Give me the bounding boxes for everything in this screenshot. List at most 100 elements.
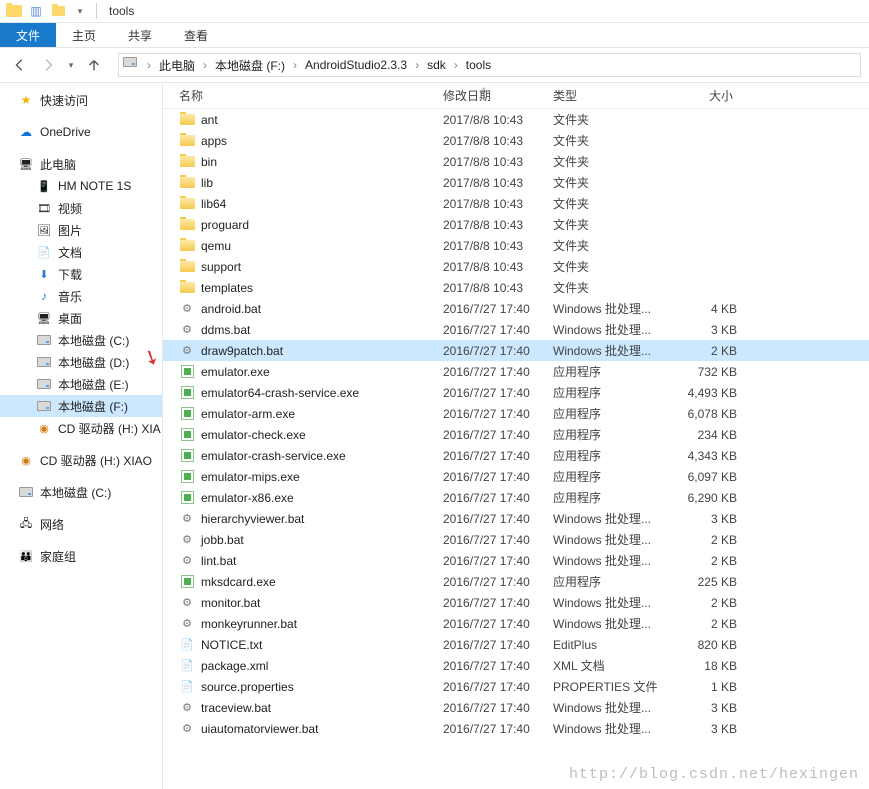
breadcrumb-item[interactable]: 此电脑 [155, 54, 199, 76]
nav-up-button[interactable] [82, 53, 106, 77]
chevron-right-icon[interactable]: › [289, 58, 301, 72]
file-date: 2016/7/27 17:40 [427, 302, 537, 316]
file-row[interactable]: emulator64-crash-service.exe2016/7/27 17… [163, 382, 869, 403]
file-row[interactable]: proguard2017/8/8 10:43文件夹 [163, 214, 869, 235]
nav-forward-button[interactable] [36, 53, 60, 77]
folder-icon [179, 280, 195, 296]
file-row[interactable]: emulator-check.exe2016/7/27 17:40应用程序234… [163, 424, 869, 445]
sidebar-item-drive-c2[interactable]: 本地磁盘 (C:) [0, 481, 162, 503]
breadcrumb[interactable]: › 此电脑 › 本地磁盘 (F:) › AndroidStudio2.3.3 ›… [118, 53, 861, 77]
sidebar-item-desktop[interactable]: 桌面 [0, 307, 162, 329]
file-row[interactable]: apps2017/8/8 10:43文件夹 [163, 130, 869, 151]
file-row[interactable]: uiautomatorviewer.bat2016/7/27 17:40Wind… [163, 718, 869, 739]
chevron-right-icon[interactable]: › [199, 58, 211, 72]
column-header-type[interactable]: 类型 [537, 87, 667, 104]
file-row[interactable]: mksdcard.exe2016/7/27 17:40应用程序225 KB [163, 571, 869, 592]
qat-dropdown-icon[interactable]: ▾ [70, 1, 90, 21]
file-row[interactable]: jobb.bat2016/7/27 17:40Windows 批处理...2 K… [163, 529, 869, 550]
sidebar-item-downloads[interactable]: 下载 [0, 263, 162, 285]
sidebar-item-cd-h2[interactable]: CD 驱动器 (H:) XIAO [0, 449, 162, 471]
nav-back-button[interactable] [8, 53, 32, 77]
drive-icon [36, 398, 52, 414]
gear-icon [179, 553, 195, 569]
gear-icon [179, 532, 195, 548]
folder-icon [179, 154, 195, 170]
file-row[interactable]: draw9patch.bat2016/7/27 17:40Windows 批处理… [163, 340, 869, 361]
breadcrumb-item[interactable]: tools [462, 54, 495, 76]
cloud-icon [18, 124, 34, 140]
column-header-name[interactable]: 名称 [163, 87, 427, 104]
file-date: 2016/7/27 17:40 [427, 617, 537, 631]
file-row[interactable]: emulator-x86.exe2016/7/27 17:40应用程序6,290… [163, 487, 869, 508]
main-area: 快速访问 OneDrive 此电脑 HM NOTE 1S 视频 图片 文档 下载… [0, 83, 869, 789]
sidebar-item-label: 家庭组 [40, 548, 76, 565]
file-row[interactable]: emulator.exe2016/7/27 17:40应用程序732 KB [163, 361, 869, 382]
sidebar-item-documents[interactable]: 文档 [0, 241, 162, 263]
file-row[interactable]: ant2017/8/8 10:43文件夹 [163, 109, 869, 130]
file-row[interactable]: lint.bat2016/7/27 17:40Windows 批处理...2 K… [163, 550, 869, 571]
sidebar-item-cd-h[interactable]: CD 驱动器 (H:) XIA [0, 417, 162, 439]
file-name: NOTICE.txt [201, 638, 262, 652]
tab-view[interactable]: 查看 [168, 23, 224, 47]
gear-icon [179, 301, 195, 317]
file-row[interactable]: bin2017/8/8 10:43文件夹 [163, 151, 869, 172]
sidebar-item-phone[interactable]: HM NOTE 1S [0, 175, 162, 197]
file-row[interactable]: templates2017/8/8 10:43文件夹 [163, 277, 869, 298]
file-row[interactable]: NOTICE.txt2016/7/27 17:40EditPlus820 KB [163, 634, 869, 655]
nav-recent-dropdown[interactable]: ▾ [64, 53, 78, 77]
file-name: monkeyrunner.bat [201, 617, 297, 631]
file-row[interactable]: source.properties2016/7/27 17:40PROPERTI… [163, 676, 869, 697]
breadcrumb-item[interactable]: sdk [423, 54, 450, 76]
properties-icon[interactable]: ▥ [26, 1, 46, 21]
file-row[interactable]: package.xml2016/7/27 17:40XML 文档18 KB [163, 655, 869, 676]
file-size: 4,343 KB [667, 449, 737, 463]
file-row[interactable]: android.bat2016/7/27 17:40Windows 批处理...… [163, 298, 869, 319]
chevron-right-icon[interactable]: › [143, 58, 155, 72]
file-row[interactable]: ddms.bat2016/7/27 17:40Windows 批处理...3 K… [163, 319, 869, 340]
sidebar-item-drive-c[interactable]: 本地磁盘 (C:) [0, 329, 162, 351]
file-name: lib [201, 176, 213, 190]
chevron-right-icon[interactable]: › [450, 58, 462, 72]
sidebar-item-homegroup[interactable]: 家庭组 [0, 545, 162, 567]
sidebar-item-network[interactable]: 网络 [0, 513, 162, 535]
file-row[interactable]: lib2017/8/8 10:43文件夹 [163, 172, 869, 193]
sidebar-item-drive-e[interactable]: 本地磁盘 (E:) [0, 373, 162, 395]
file-row[interactable]: emulator-mips.exe2016/7/27 17:40应用程序6,09… [163, 466, 869, 487]
tab-file[interactable]: 文件 [0, 23, 56, 47]
file-row[interactable]: monitor.bat2016/7/27 17:40Windows 批处理...… [163, 592, 869, 613]
tab-share[interactable]: 共享 [112, 23, 168, 47]
file-row[interactable]: emulator-crash-service.exe2016/7/27 17:4… [163, 445, 869, 466]
sidebar-item-label: 网络 [40, 516, 64, 533]
gear-icon [179, 343, 195, 359]
file-name: emulator-x86.exe [201, 491, 294, 505]
file-row[interactable]: support2017/8/8 10:43文件夹 [163, 256, 869, 277]
file-date: 2017/8/8 10:43 [427, 113, 537, 127]
breadcrumb-item[interactable]: 本地磁盘 (F:) [211, 54, 289, 76]
sidebar-item-drive-d[interactable]: 本地磁盘 (D:) [0, 351, 162, 373]
file-name: emulator64-crash-service.exe [201, 386, 359, 400]
xml-file-icon [179, 658, 195, 674]
sidebar-item-quick-access[interactable]: 快速访问 [0, 89, 162, 111]
sidebar-item-videos[interactable]: 视频 [0, 197, 162, 219]
sidebar-item-onedrive[interactable]: OneDrive [0, 121, 162, 143]
file-row[interactable]: emulator-arm.exe2016/7/27 17:40应用程序6,078… [163, 403, 869, 424]
breadcrumb-item[interactable]: AndroidStudio2.3.3 [301, 54, 411, 76]
column-header-size[interactable]: 大小 [667, 87, 737, 104]
file-row[interactable]: qemu2017/8/8 10:43文件夹 [163, 235, 869, 256]
file-row[interactable]: lib642017/8/8 10:43文件夹 [163, 193, 869, 214]
sidebar-item-drive-f[interactable]: 本地磁盘 (F:) [0, 395, 162, 417]
file-type: 应用程序 [537, 405, 667, 422]
new-folder-icon[interactable] [48, 1, 68, 21]
file-row[interactable]: hierarchyviewer.bat2016/7/27 17:40Window… [163, 508, 869, 529]
file-row[interactable]: monkeyrunner.bat2016/7/27 17:40Windows 批… [163, 613, 869, 634]
gear-icon [179, 721, 195, 737]
tab-home[interactable]: 主页 [56, 23, 112, 47]
sidebar-item-music[interactable]: 音乐 [0, 285, 162, 307]
sidebar-item-pictures[interactable]: 图片 [0, 219, 162, 241]
file-name: ddms.bat [201, 323, 250, 337]
chevron-right-icon[interactable]: › [411, 58, 423, 72]
file-name: source.properties [201, 680, 294, 694]
file-date: 2016/7/27 17:40 [427, 722, 537, 736]
file-row[interactable]: traceview.bat2016/7/27 17:40Windows 批处理.… [163, 697, 869, 718]
sidebar-item-thispc[interactable]: 此电脑 [0, 153, 162, 175]
